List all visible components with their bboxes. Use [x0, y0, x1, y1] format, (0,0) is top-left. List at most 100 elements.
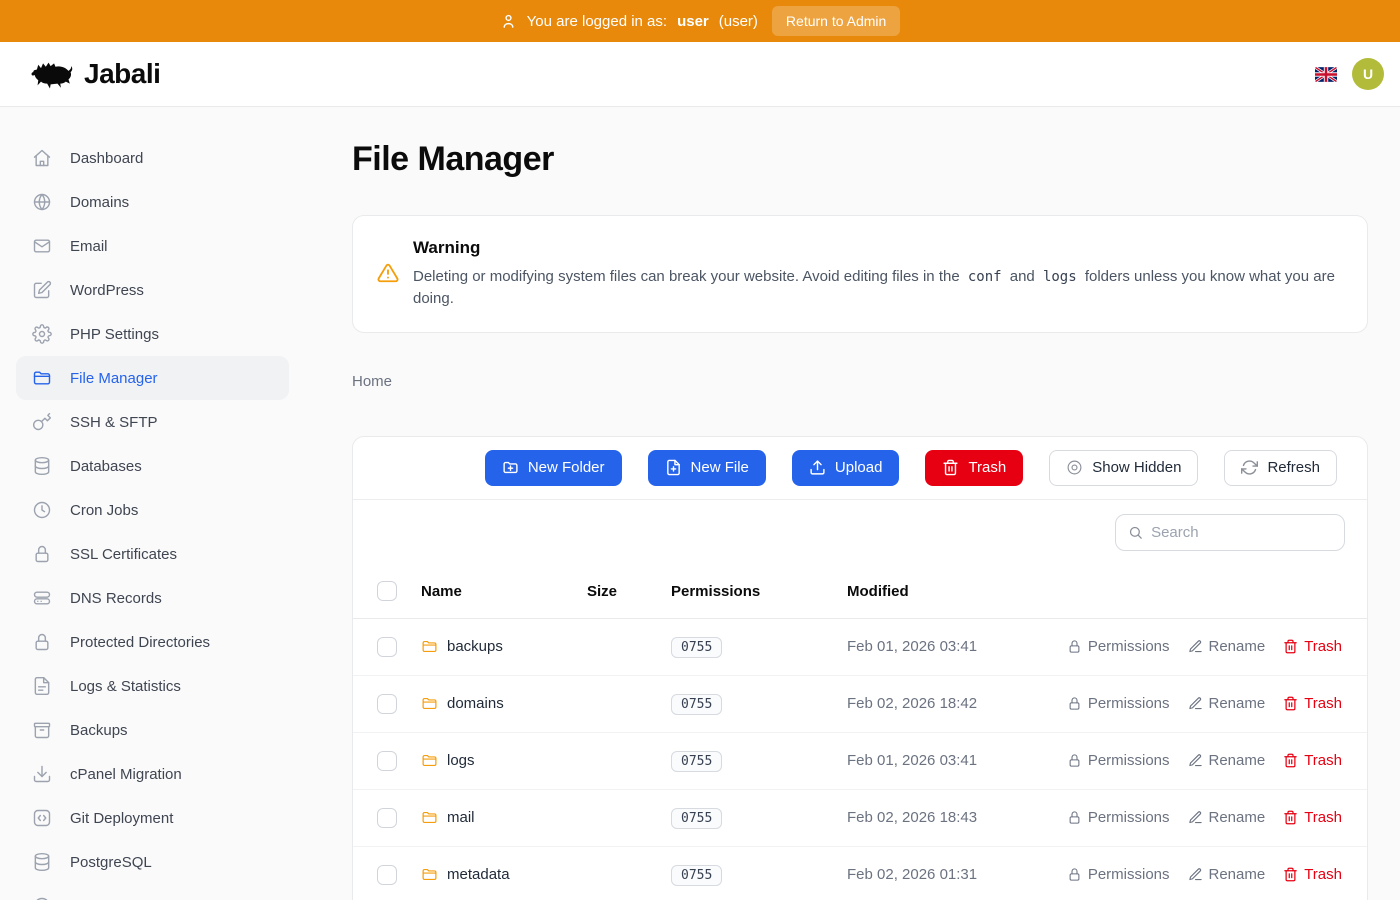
- user-avatar[interactable]: U: [1352, 58, 1384, 90]
- permissions-badge: 0755: [671, 751, 722, 772]
- rename-action[interactable]: Rename: [1188, 752, 1266, 769]
- button-label: Trash: [968, 459, 1006, 476]
- trash-action[interactable]: Trash: [1283, 752, 1342, 769]
- rename-action[interactable]: Rename: [1188, 809, 1266, 826]
- select-all-checkbox[interactable]: [377, 581, 397, 601]
- sidebar-item-logs-statistics[interactable]: Logs & Statistics: [16, 664, 289, 708]
- brand-logo[interactable]: Jabali: [30, 58, 160, 90]
- modified-cell: Feb 01, 2026 03:41: [847, 752, 1067, 769]
- logged-in-message: You are logged in as: user (user): [500, 13, 758, 30]
- table-row-backups: backups0755Feb 01, 2026 03:41Permissions…: [353, 619, 1367, 676]
- trash-action[interactable]: Trash: [1283, 809, 1342, 826]
- button-label: New Folder: [528, 459, 605, 476]
- sidebar-item-label: PostgreSQL: [70, 854, 152, 871]
- sidebar-item-backups[interactable]: Backups: [16, 708, 289, 752]
- sidebar-item-php-settings[interactable]: PHP Settings: [16, 312, 289, 356]
- permissions-action[interactable]: Permissions: [1067, 638, 1170, 655]
- search-input[interactable]: [1151, 524, 1332, 541]
- trash-icon: [1283, 639, 1298, 654]
- sidebar: Dashboard DomainsEmailWordPressPHP Settin…: [0, 107, 305, 900]
- sidebar-item-git-deployment[interactable]: Git Deployment: [16, 796, 289, 840]
- column-header-permissions: Permissions: [671, 583, 847, 600]
- table-row-logs: logs 0755 Feb 01, 2026 03:41Permissions Ren…: [353, 733, 1367, 790]
- row-actions: Permissions Rename Trash: [1067, 866, 1342, 883]
- language-flag-icon[interactable]: [1315, 67, 1337, 82]
- table-row-metadata: metadata0755Feb 02, 2026 01:31Permission…: [353, 847, 1367, 900]
- file-text-icon: [32, 676, 52, 696]
- permissions-action[interactable]: Permissions: [1067, 752, 1170, 769]
- column-header-modified: Modified: [847, 583, 1342, 600]
- permissions-action[interactable]: Permissions: [1067, 866, 1170, 883]
- gear-icon: [32, 324, 52, 344]
- row-checkbox[interactable]: [377, 751, 397, 771]
- lock-icon: [1067, 810, 1082, 825]
- database-icon: [32, 456, 52, 476]
- modified-cell: Feb 02, 2026 18:42: [847, 695, 1067, 712]
- table-body: backups0755Feb 01, 2026 03:41Permissions…: [353, 619, 1367, 900]
- sidebar-item-ssl-certificates[interactable]: SSL Certificates: [16, 532, 289, 576]
- sidebar-item-cpanel-migration[interactable]: cPanel Migration: [16, 752, 289, 796]
- file-name-cell[interactable]: mail: [421, 809, 587, 826]
- rename-action[interactable]: Rename: [1188, 866, 1266, 883]
- rename-action[interactable]: Rename: [1188, 638, 1266, 655]
- sidebar-item-email[interactable]: Email: [16, 224, 289, 268]
- row-actions: Permissions Rename Trash: [1067, 638, 1342, 655]
- sidebar-item-ssh-sftp[interactable]: SSH & SFTP: [16, 400, 289, 444]
- sidebar-item-label: Dashboard: [70, 150, 143, 167]
- file-name-cell[interactable]: metadata: [421, 866, 587, 883]
- sidebar-item-postgresql[interactable]: PostgreSQL: [16, 840, 289, 884]
- sidebar-item-label: Backups: [70, 722, 128, 739]
- row-checkbox[interactable]: [377, 637, 397, 657]
- server-icon: [32, 588, 52, 608]
- trash-action[interactable]: Trash: [1283, 866, 1342, 883]
- row-checkbox[interactable]: [377, 865, 397, 885]
- logged-in-text: You are logged in as:: [527, 13, 667, 30]
- sidebar-item-domains[interactable]: Domains: [16, 180, 289, 224]
- new-folder-button[interactable]: New Folder: [485, 450, 622, 486]
- lock-icon: [1067, 867, 1082, 882]
- sidebar-item-file-manager[interactable]: File Manager: [16, 356, 289, 400]
- row-checkbox[interactable]: [377, 694, 397, 714]
- eye-icon: [1066, 459, 1083, 476]
- sidebar-item-hidden-17[interactable]: [16, 884, 289, 900]
- column-header-size: Size: [587, 583, 671, 600]
- logged-in-role: (user): [719, 13, 758, 30]
- breadcrumb[interactable]: Home: [352, 373, 1368, 390]
- permissions-badge: 0755: [671, 637, 722, 658]
- code-icon: [32, 808, 52, 828]
- app-shell: Dashboard DomainsEmailWordPressPHP Settin…: [0, 107, 1400, 900]
- impersonation-bar: You are logged in as: user (user) Return…: [0, 0, 1400, 42]
- sidebar-item-wordpress[interactable]: WordPress: [16, 268, 289, 312]
- file-name-cell[interactable]: domains: [421, 695, 587, 712]
- warning-code-conf: conf: [964, 269, 1006, 285]
- trash-action[interactable]: Trash: [1283, 638, 1342, 655]
- sidebar-item-label: SSH & SFTP: [70, 414, 158, 431]
- return-to-admin-button[interactable]: Return to Admin: [772, 6, 900, 36]
- rename-action[interactable]: Rename: [1188, 695, 1266, 712]
- new-file-button[interactable]: New File: [648, 450, 766, 486]
- trash-action[interactable]: Trash: [1283, 695, 1342, 712]
- modified-cell: Feb 02, 2026 01:31: [847, 866, 1067, 883]
- row-checkbox[interactable]: [377, 808, 397, 828]
- show-hidden-button[interactable]: Show Hidden: [1049, 450, 1198, 486]
- permissions-action[interactable]: Permissions: [1067, 809, 1170, 826]
- database-icon: [32, 852, 52, 872]
- refresh-button[interactable]: Refresh: [1224, 450, 1337, 486]
- sidebar-item-databases[interactable]: Databases: [16, 444, 289, 488]
- sidebar-item-protected-directories[interactable]: Protected Directories: [16, 620, 289, 664]
- permissions-action[interactable]: Permissions: [1067, 695, 1170, 712]
- circle-icon: [32, 896, 52, 900]
- upload-button[interactable]: Upload: [792, 450, 900, 486]
- trash-icon: [1283, 810, 1298, 825]
- page-title: File Manager: [352, 140, 1368, 179]
- trash-button[interactable]: Trash: [925, 450, 1023, 486]
- folder-icon: [32, 368, 52, 388]
- sidebar-item-cron-jobs[interactable]: Cron Jobs: [16, 488, 289, 532]
- file-name-cell[interactable]: backups: [421, 638, 587, 655]
- trash-icon: [942, 459, 959, 476]
- folder-icon: [421, 752, 438, 769]
- file-name-cell[interactable]: logs: [421, 752, 587, 769]
- trash-icon: [1283, 753, 1298, 768]
- sidebar-item-dns-records[interactable]: DNS Records: [16, 576, 289, 620]
- sidebar-item-dashboard[interactable]: Dashboard: [16, 136, 289, 180]
